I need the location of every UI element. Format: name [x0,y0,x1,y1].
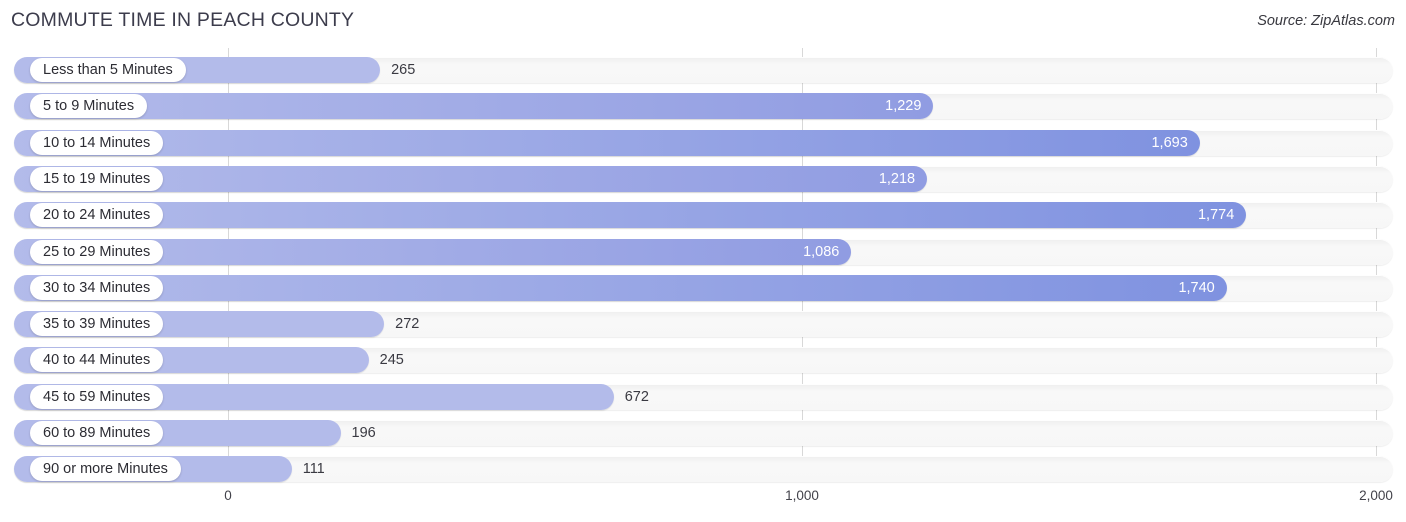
bar-row: 90 or more Minutes 111 [0,454,1406,484]
bar-row: 10 to 14 Minutes 1,693 [0,128,1406,158]
bar-value-label: 272 [395,316,420,333]
x-axis-tick-label: 1,000 [785,488,819,503]
bar-category-label: Less than 5 Minutes [30,58,186,82]
x-axis-tick-label: 2,000 [1359,488,1393,503]
bar-value-label: 1,229 [885,98,922,115]
bar-row: 35 to 39 Minutes 272 [0,309,1406,339]
bar[interactable] [14,274,1227,301]
bar-value-label: 672 [624,388,649,405]
bar-value-label: 265 [391,62,416,78]
bar-value-label: 1,693 [1151,134,1188,151]
bar-row: 60 to 89 Minutes 196 [0,418,1406,448]
bar-value-label: 1,740 [1178,279,1215,296]
bar-category-label: 30 to 34 Minutes [30,275,164,300]
bar-row: 25 to 29 Minutes 1,086 [0,237,1406,267]
bar[interactable] [14,129,1200,156]
bar-row: Less than 5 Minutes 265 [0,55,1406,85]
plot-area: Less than 5 Minutes 265 5 to 9 Minutes 1,22… [0,48,1406,484]
bar-category-label: 25 to 29 Minutes [30,239,164,264]
bar-category-label: 90 or more Minutes [30,457,181,482]
bar-category-label: 20 to 24 Minutes [30,203,164,228]
bar-category-label: 40 to 44 Minutes [30,348,164,373]
bar-category-label: 35 to 39 Minutes [30,312,164,337]
bar[interactable] [14,202,1247,229]
page-title: COMMUTE TIME IN PEACH COUNTY [11,9,355,31]
bar-row: 40 to 44 Minutes 245 [0,345,1406,375]
bar-value-label: 245 [379,352,404,369]
bar-row: 15 to 19 Minutes 1,218 [0,164,1406,194]
bar-category-label: 45 to 59 Minutes [30,384,164,409]
bar-row: 20 to 24 Minutes 1,774 [0,200,1406,230]
bar-value-label: 196 [351,425,376,441]
source-attribution: Source: ZipAtlas.com [1257,13,1395,29]
bar-category-label: 10 to 14 Minutes [30,130,164,155]
bar-value-label: 1,774 [1197,207,1235,224]
x-axis: 0 1,000 2,000 [0,482,1406,522]
bar-category-label: 15 to 19 Minutes [30,166,164,191]
bar-row: 30 to 34 Minutes 1,740 [0,273,1406,303]
bar-row: 45 to 59 Minutes 672 [0,382,1406,412]
bar[interactable] [14,93,934,120]
bar-value-label: 111 [302,461,325,478]
x-axis-tick-label: 0 [224,488,232,503]
bar-category-label: 5 to 9 Minutes [30,94,148,119]
bar-value-label: 1,086 [803,243,840,260]
bar-value-label: 1,218 [878,170,916,187]
bar-row: 5 to 9 Minutes 1,229 [0,91,1406,121]
chart-root: COMMUTE TIME IN PEACH COUNTY Source: Zip… [0,0,1406,522]
bar-category-label: 60 to 89 Minutes [30,421,164,445]
